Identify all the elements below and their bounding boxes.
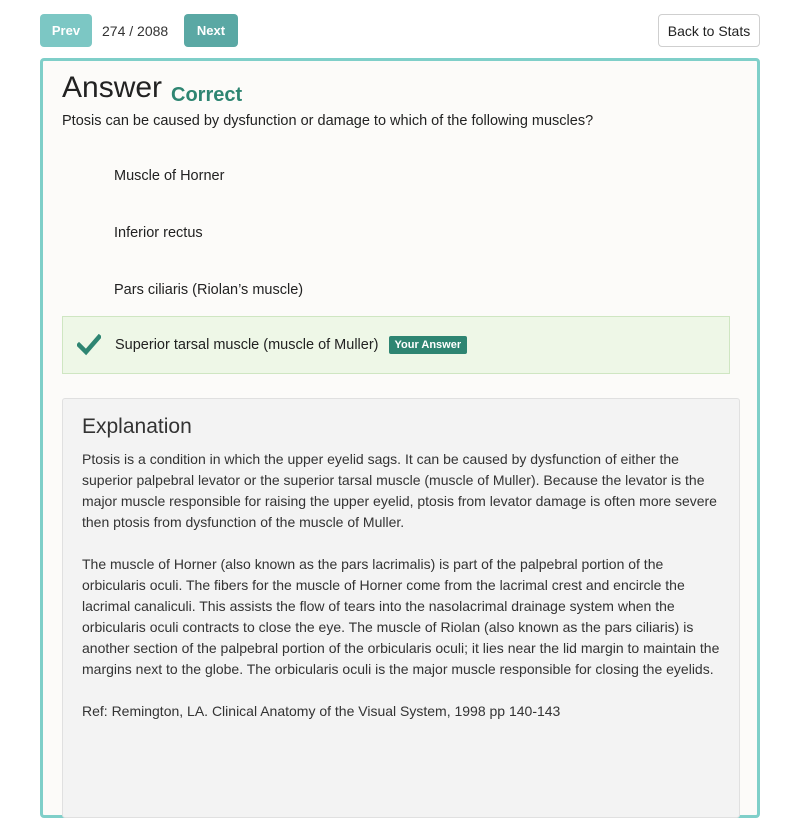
explanation-paragraph: Ptosis is a condition in which the upper… xyxy=(82,451,717,530)
answer-option-selected[interactable]: Superior tarsal muscle (muscle of Muller… xyxy=(62,316,730,374)
answer-option[interactable]: Inferior rectus xyxy=(62,204,730,262)
option-label: Pars ciliaris (Riolan’s muscle) xyxy=(114,282,304,298)
explanation-paragraph: The muscle of Horner (also known as the … xyxy=(82,556,720,677)
option-label: Superior tarsal muscle (muscle of Muller… xyxy=(115,337,379,353)
next-button[interactable]: Next xyxy=(184,14,238,47)
question-text: Ptosis can be caused by dysfunction or d… xyxy=(62,113,594,129)
explanation-reference: Ref: Remington, LA. Clinical Anatomy of … xyxy=(82,703,561,719)
explanation-title: Explanation xyxy=(82,415,192,438)
option-label: Inferior rectus xyxy=(114,225,203,241)
back-to-stats-button[interactable]: Back to Stats xyxy=(658,14,760,47)
result-label: Correct xyxy=(171,84,243,106)
question-counter: 274 / 2088 xyxy=(102,22,169,39)
check-icon xyxy=(77,334,101,356)
prev-button[interactable]: Prev xyxy=(40,14,92,47)
your-answer-badge: Your Answer xyxy=(388,336,468,354)
answer-option[interactable]: Pars ciliaris (Riolan’s muscle) xyxy=(62,261,730,319)
question-navigation: Prev 274 / 2088 Next Back to Stats xyxy=(40,14,760,48)
answer-card: Answer Correct Ptosis can be caused by d… xyxy=(40,58,760,818)
answer-heading: Answer xyxy=(62,71,163,104)
explanation-panel: Explanation Ptosis is a condition in whi… xyxy=(62,398,740,818)
answer-option[interactable]: Muscle of Horner xyxy=(62,147,730,205)
option-label: Muscle of Horner xyxy=(114,168,225,184)
